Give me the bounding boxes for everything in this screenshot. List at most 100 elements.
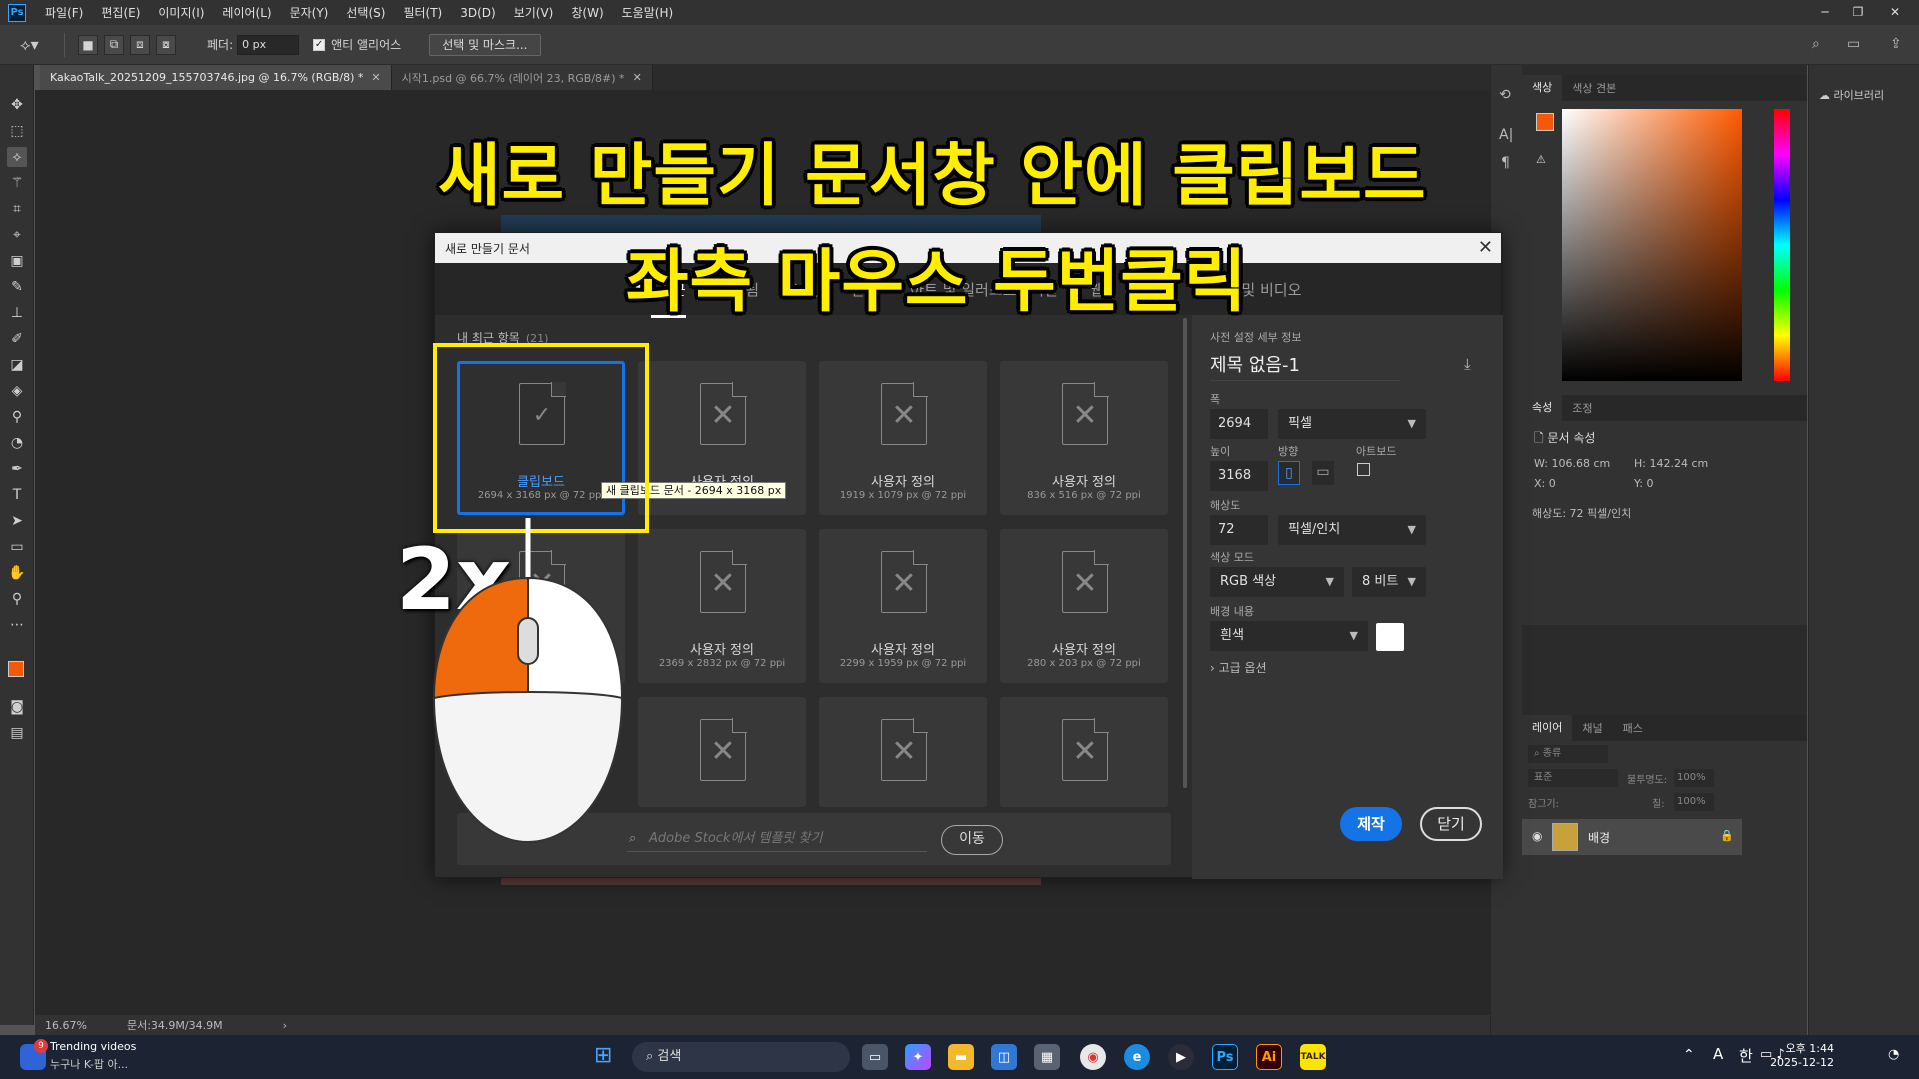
quick-mask-icon[interactable]: ◙ bbox=[7, 697, 27, 717]
w-value[interactable]: 106.68 cm bbox=[1551, 457, 1610, 470]
menu-file[interactable]: 파일(F) bbox=[36, 4, 92, 21]
landscape-orientation-icon[interactable]: ▭ bbox=[1312, 461, 1334, 485]
width-input[interactable]: 2694 bbox=[1210, 409, 1268, 439]
stock-go-button[interactable]: 이동 bbox=[941, 825, 1003, 855]
zoom-level[interactable]: 16.67% bbox=[45, 1019, 87, 1032]
tab-kakaotalk[interactable]: KakaoTalk_20251209_155703746.jpg @ 16.7%… bbox=[40, 65, 392, 90]
tab-adjustments[interactable]: 조정 bbox=[1562, 400, 1602, 416]
network-volume-icon[interactable]: ▭ ♪ bbox=[1760, 1047, 1785, 1062]
menu-view[interactable]: 보기(V) bbox=[505, 4, 563, 21]
opacity-input[interactable]: 100% bbox=[1674, 769, 1714, 787]
move-tool-icon[interactable]: ✥ bbox=[7, 95, 27, 115]
create-button[interactable]: 제작 bbox=[1340, 807, 1402, 841]
bg-contents-select[interactable]: 흰색 ▼ bbox=[1210, 621, 1368, 651]
subtract-selection-icon[interactable]: ⧈ bbox=[130, 34, 150, 55]
windows-start-icon[interactable]: ⊞ bbox=[594, 1045, 616, 1067]
photoshop-taskbar-icon[interactable]: Ps bbox=[1212, 1044, 1238, 1070]
character-icon[interactable]: A| bbox=[1499, 127, 1513, 143]
search-icon[interactable]: ⌕ bbox=[1812, 36, 1820, 52]
x-value[interactable]: 0 bbox=[1549, 477, 1556, 490]
tab-paths[interactable]: 패스 bbox=[1613, 720, 1653, 736]
pen-tool-icon[interactable]: ✒ bbox=[7, 459, 27, 479]
tab-layers[interactable]: 레이어 bbox=[1522, 715, 1573, 741]
layer-name[interactable]: 배경 bbox=[1588, 829, 1610, 846]
color-picker-field[interactable] bbox=[1562, 109, 1742, 381]
foreground-color-swatch[interactable] bbox=[8, 661, 24, 677]
blend-mode-select[interactable]: 표준 bbox=[1528, 769, 1618, 787]
ime-mode-icon[interactable]: A bbox=[1713, 1045, 1723, 1063]
edge-icon[interactable]: e bbox=[1124, 1044, 1150, 1070]
resolution-unit-select[interactable]: 픽셀/인치 ▼ bbox=[1278, 515, 1426, 545]
preset-tile-custom[interactable]: ✕ 사용자 정의 836 x 516 px @ 72 ppi bbox=[1000, 361, 1168, 515]
frame-tool-icon[interactable]: ▣ bbox=[7, 251, 27, 271]
close-tab-icon[interactable]: ✕ bbox=[633, 71, 642, 84]
y-value[interactable]: 0 bbox=[1646, 477, 1653, 490]
fill-input[interactable]: 100% bbox=[1674, 793, 1714, 811]
blur-tool-icon[interactable]: ⚲ bbox=[7, 407, 27, 427]
history-brush-tool-icon[interactable]: ✐ bbox=[7, 329, 27, 349]
save-preset-icon[interactable]: ⤓ bbox=[1464, 355, 1471, 373]
height-input[interactable]: 3168 bbox=[1210, 461, 1268, 491]
doc-name-input[interactable]: 제목 없음-1 bbox=[1210, 351, 1400, 381]
menu-window[interactable]: 창(W) bbox=[562, 4, 612, 21]
preset-tile-custom[interactable]: ✕ bbox=[638, 697, 806, 807]
add-selection-icon[interactable]: ⧉ bbox=[104, 34, 124, 55]
tab-properties[interactable]: 속성 bbox=[1522, 395, 1563, 421]
crop-tool-icon[interactable]: ⌗ bbox=[7, 199, 27, 219]
hue-slider[interactable] bbox=[1774, 109, 1790, 381]
magic-wand-tool-icon[interactable]: ⚚ bbox=[7, 173, 27, 193]
menu-3d[interactable]: 3D(D) bbox=[451, 6, 504, 20]
menu-edit[interactable]: 편집(E) bbox=[92, 4, 149, 21]
close-tab-icon[interactable]: ✕ bbox=[371, 71, 380, 84]
preset-tile-custom[interactable]: ✕ 사용자 정의 2369 x 2832 px @ 72 ppi bbox=[638, 529, 806, 683]
menu-type[interactable]: 문자(Y) bbox=[281, 4, 338, 21]
tab-start1[interactable]: 시작1.psd @ 66.7% (레이어 23, RGB/8#) * ✕ bbox=[391, 65, 653, 90]
screen-mode-icon[interactable]: ▤ bbox=[7, 723, 27, 743]
media-player-icon[interactable]: ▶ bbox=[1168, 1044, 1194, 1070]
bit-depth-select[interactable]: 8 비트 ▼ bbox=[1352, 567, 1426, 597]
file-explorer-icon[interactable]: ▬ bbox=[948, 1044, 974, 1070]
libraries-tab[interactable]: ☁ 라이브러리 bbox=[1819, 87, 1884, 103]
width-unit-select[interactable]: 픽셀 ▼ bbox=[1278, 409, 1426, 439]
preset-tile-custom[interactable]: ✕ bbox=[1000, 697, 1168, 807]
stamp-tool-icon[interactable]: ⊥ bbox=[7, 303, 27, 323]
gamut-warning-icon[interactable]: ⚠ bbox=[1536, 153, 1546, 166]
minimize-button[interactable]: ─ bbox=[1810, 0, 1840, 25]
intersect-selection-icon[interactable]: ⧇ bbox=[156, 34, 176, 55]
menu-image[interactable]: 이미지(I) bbox=[149, 4, 213, 21]
taskbar-search[interactable]: ⌕ 검색 bbox=[632, 1042, 850, 1072]
restore-button[interactable]: ❐ bbox=[1843, 0, 1873, 25]
tab-color[interactable]: 색상 bbox=[1522, 75, 1563, 101]
layer-row-background[interactable]: ◉ 배경 🔒 bbox=[1522, 819, 1742, 855]
close-button[interactable]: 닫기 bbox=[1420, 807, 1482, 841]
new-selection-icon[interactable]: ■ bbox=[78, 34, 98, 55]
artboard-checkbox[interactable] bbox=[1357, 463, 1370, 476]
copilot-icon[interactable]: ✦ bbox=[905, 1044, 931, 1070]
layer-filter-select[interactable]: ⌕ 종류 bbox=[1528, 745, 1608, 763]
polygonal-lasso-tool-icon[interactable]: ⟡▾ bbox=[20, 35, 54, 55]
tab-channels[interactable]: 채널 bbox=[1572, 720, 1612, 736]
preset-tile-custom[interactable]: ✕ bbox=[819, 697, 987, 807]
paint-bucket-tool-icon[interactable]: ◈ bbox=[7, 381, 27, 401]
select-and-mask-button[interactable]: 선택 및 마스크... bbox=[429, 33, 541, 56]
preset-tile-custom[interactable]: ✕ 사용자 정의 2299 x 1959 px @ 72 ppi bbox=[819, 529, 987, 683]
zoom-tool-icon[interactable]: ⚲ bbox=[7, 589, 27, 609]
visibility-eye-icon[interactable]: ◉ bbox=[1532, 829, 1542, 843]
close-window-button[interactable]: ✕ bbox=[1880, 0, 1910, 25]
feather-input[interactable]: 0 px bbox=[237, 34, 300, 55]
kakaotalk-icon[interactable]: TALK bbox=[1300, 1044, 1326, 1070]
portrait-orientation-icon[interactable]: ▯ bbox=[1278, 461, 1300, 485]
presets-scrollbar[interactable] bbox=[1183, 318, 1187, 788]
notifications-icon[interactable]: ◔ bbox=[1888, 1047, 1899, 1062]
advanced-options-toggle[interactable]: › 고급 옵션 bbox=[1210, 659, 1267, 676]
h-value[interactable]: 142.24 cm bbox=[1649, 457, 1708, 470]
preset-tile-custom[interactable]: ✕ 사용자 정의 280 x 203 px @ 72 ppi bbox=[1000, 529, 1168, 683]
task-view-icon[interactable]: ▭ bbox=[862, 1044, 888, 1070]
dodge-tool-icon[interactable]: ◔ bbox=[7, 433, 27, 453]
bg-color-swatch[interactable] bbox=[1376, 623, 1404, 651]
workspace-icon[interactable]: ▭ bbox=[1847, 36, 1860, 52]
hand-tool-icon[interactable]: ✋ bbox=[7, 563, 27, 583]
brush-tool-icon[interactable]: ✎ bbox=[7, 277, 27, 297]
illustrator-taskbar-icon[interactable]: Ai bbox=[1256, 1044, 1282, 1070]
menu-select[interactable]: 선택(S) bbox=[337, 4, 394, 21]
